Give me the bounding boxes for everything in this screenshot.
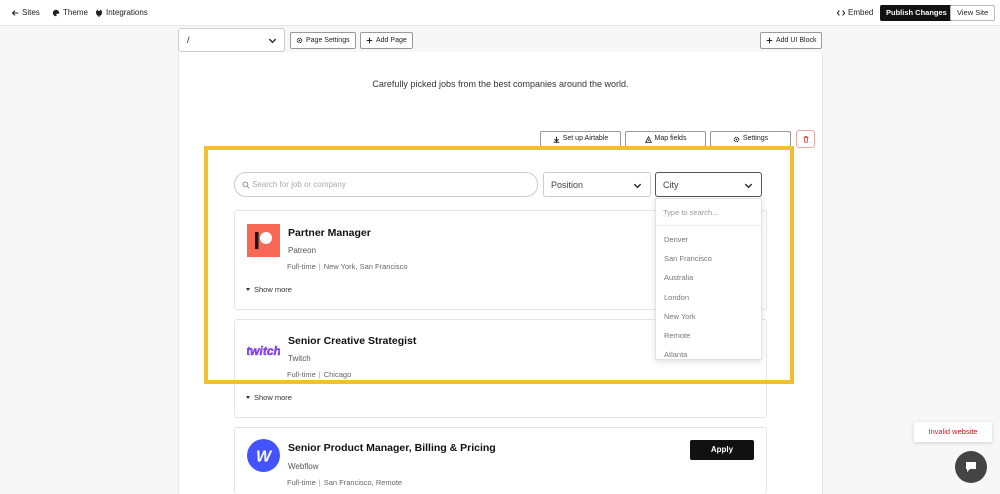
- delete-block-button[interactable]: [796, 130, 815, 148]
- page-settings-button[interactable]: Page Settings: [290, 32, 356, 49]
- search-placeholder: Search for job or company: [252, 180, 346, 189]
- city-option[interactable]: Atlanta: [664, 350, 687, 359]
- separator: |: [318, 370, 321, 379]
- position-select[interactable]: Position: [543, 172, 651, 197]
- job-location: Chicago: [323, 370, 352, 379]
- palette-icon: [52, 9, 60, 16]
- setup-airtable-label: Set up Airtable: [562, 135, 609, 142]
- show-more-toggle[interactable]: Show more: [246, 393, 292, 402]
- sites-link[interactable]: Sites: [11, 8, 40, 17]
- show-more-label: Show more: [254, 393, 292, 402]
- theme-link[interactable]: Theme: [52, 8, 88, 17]
- search-icon: [242, 181, 250, 189]
- theme-label: Theme: [63, 8, 88, 17]
- map-icon: [644, 135, 652, 143]
- page-settings-label: Page Settings: [306, 37, 350, 44]
- city-label: City: [663, 180, 679, 190]
- position-label: Position: [551, 180, 584, 190]
- company-name: Patreon: [288, 246, 317, 255]
- job-card-senior-product-manager[interactable]: W Senior Product Manager, Billing & Pric…: [234, 427, 767, 494]
- city-search-input[interactable]: Type to search...: [656, 199, 761, 226]
- city-option[interactable]: London: [664, 293, 689, 302]
- add-ui-block-label: Add UI Block: [776, 37, 817, 44]
- patreon-logo-icon: [247, 224, 280, 257]
- city-option[interactable]: Australia: [664, 273, 693, 282]
- add-page-label: Add Page: [376, 37, 407, 44]
- city-option[interactable]: Denver: [664, 235, 688, 244]
- code-icon: [837, 9, 845, 16]
- publish-changes-button[interactable]: Publish Changes: [880, 5, 953, 21]
- show-more-label: Show more: [254, 285, 292, 294]
- chevron-down-icon: [268, 38, 277, 44]
- integrations-label: Integrations: [106, 8, 148, 17]
- city-search-placeholder: Type to search...: [663, 208, 719, 217]
- job-meta: Full-time | Chicago: [287, 370, 351, 379]
- gear-icon: [733, 136, 740, 142]
- twitch-logo-icon: twitch: [247, 344, 280, 358]
- webflow-logo-text: W: [256, 449, 273, 466]
- embed-label: Embed: [848, 8, 874, 17]
- caret-down-icon: [246, 396, 250, 399]
- twitch-logo-text: twitch: [247, 344, 280, 358]
- caret-down-icon: [246, 288, 250, 291]
- plug-icon: [96, 9, 102, 17]
- plus-icon: [366, 37, 373, 44]
- page-path: /: [187, 35, 190, 45]
- separator: |: [318, 478, 321, 487]
- job-type: Full-time: [287, 370, 316, 379]
- view-site-button[interactable]: View Site: [950, 5, 996, 21]
- city-option[interactable]: New York: [664, 312, 696, 321]
- block-settings-label: Settings: [742, 135, 769, 142]
- job-meta: Full-time | San Francisco, Remote: [287, 478, 402, 487]
- setup-airtable-button[interactable]: Set up Airtable: [540, 131, 621, 147]
- job-meta: Full-time | New York, San Francisco: [287, 262, 408, 271]
- job-location: San Francisco, Remote: [323, 478, 403, 487]
- page-selector[interactable]: /: [178, 28, 285, 52]
- integrations-link[interactable]: Integrations: [95, 8, 148, 17]
- job-location: New York, San Francisco: [323, 262, 408, 271]
- arrow-left-icon: [11, 9, 19, 16]
- city-dropdown: Type to search... Denver San Francisco A…: [655, 198, 762, 360]
- search-input[interactable]: Search for job or company: [234, 172, 538, 197]
- add-page-button[interactable]: Add Page: [360, 32, 413, 49]
- job-type: Full-time: [287, 262, 316, 271]
- sites-label: Sites: [22, 8, 40, 17]
- chat-button[interactable]: [955, 451, 987, 483]
- chevron-down-icon: [744, 183, 753, 189]
- job-type: Full-time: [287, 478, 316, 487]
- add-ui-block-button[interactable]: Add UI Block: [760, 32, 823, 49]
- company-name: Twitch: [288, 354, 311, 363]
- embed-link[interactable]: Embed: [837, 8, 873, 17]
- show-more-toggle[interactable]: Show more: [246, 285, 292, 294]
- top-nav: Sites Theme Integrations Embed Publish C…: [0, 0, 1000, 26]
- separator: |: [318, 262, 321, 271]
- chat-bubble-icon: [966, 462, 976, 472]
- city-select[interactable]: City: [655, 172, 762, 197]
- job-title: Partner Manager: [288, 227, 371, 239]
- block-settings-button[interactable]: Settings: [710, 131, 791, 147]
- gear-icon: [296, 37, 303, 44]
- company-name: Webflow: [288, 462, 319, 471]
- trash-icon: [803, 135, 808, 143]
- city-option[interactable]: Remote: [664, 331, 690, 340]
- webflow-logo-icon: W: [247, 439, 280, 472]
- invalid-website-badge: Invalid website: [914, 422, 992, 442]
- city-option[interactable]: San Francisco: [664, 254, 712, 263]
- map-fields-label: Map fields: [654, 135, 687, 142]
- job-title: Senior Creative Strategist: [288, 335, 417, 347]
- chevron-down-icon: [633, 183, 642, 189]
- plus-icon: [766, 37, 773, 44]
- hero-subtitle: Carefully picked jobs from the best comp…: [372, 79, 629, 89]
- apply-button[interactable]: Apply: [690, 440, 754, 460]
- map-fields-button[interactable]: Map fields: [625, 131, 706, 147]
- job-title: Senior Product Manager, Billing & Pricin…: [288, 442, 496, 454]
- download-icon: [553, 136, 560, 143]
